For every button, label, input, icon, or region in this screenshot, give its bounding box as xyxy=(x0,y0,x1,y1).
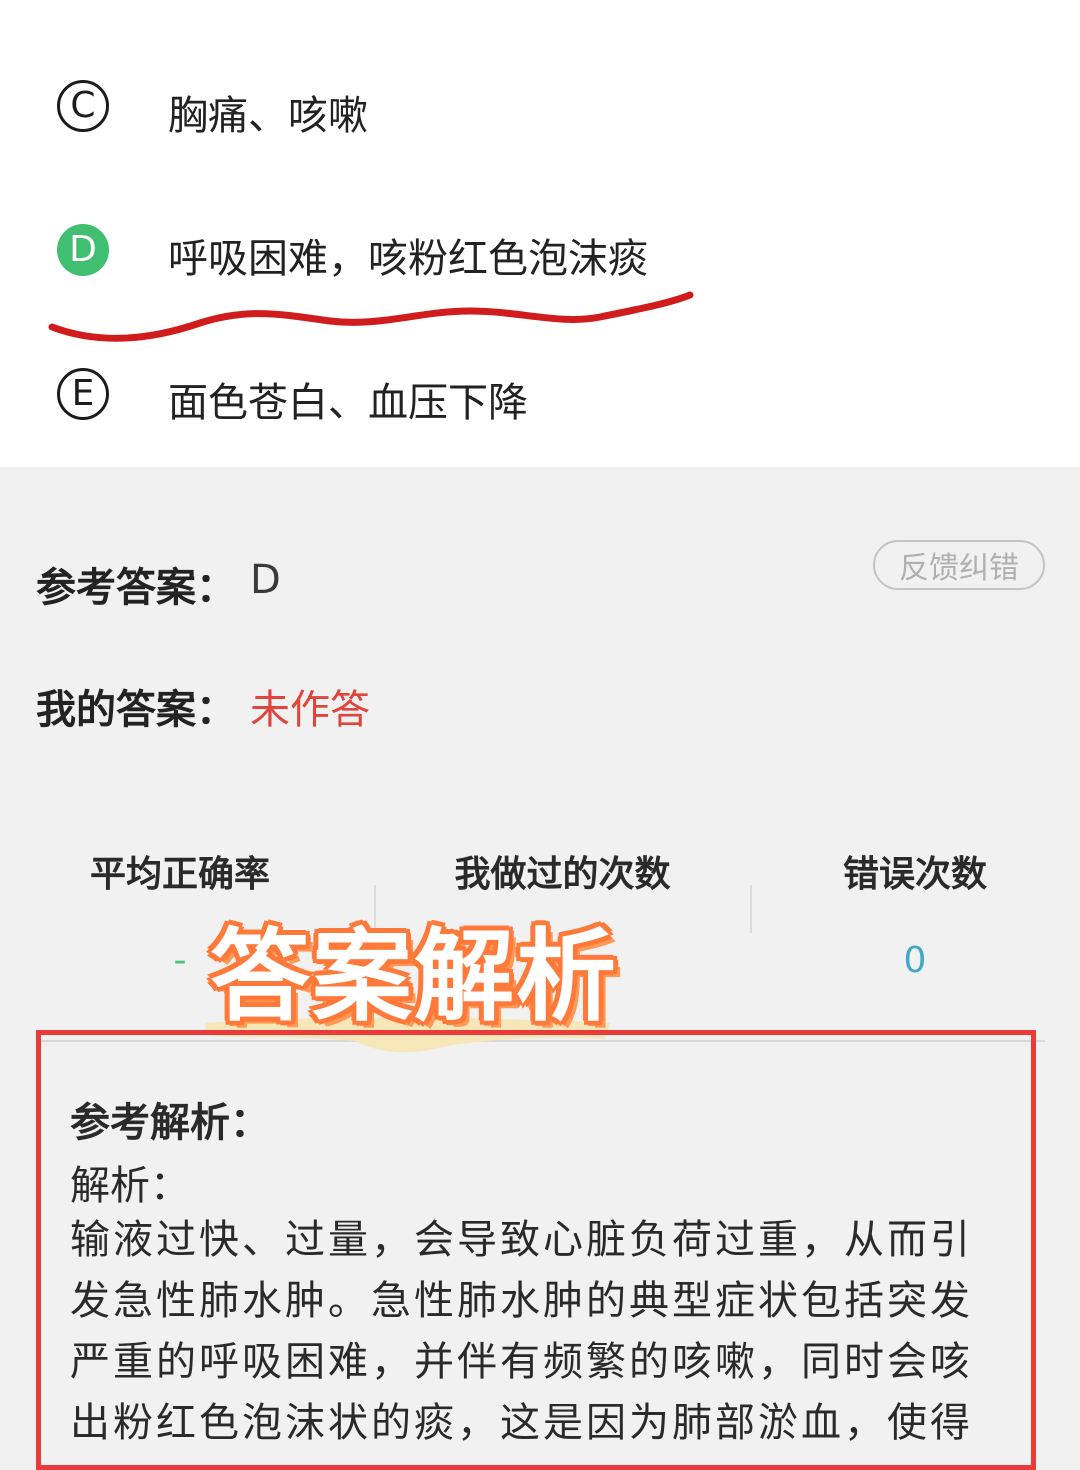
analysis-subtitle: 解析： xyxy=(70,1163,190,1209)
feedback-button[interactable]: 反馈纠错 xyxy=(873,540,1045,590)
stat-divider xyxy=(750,885,752,933)
analysis-title: 参考解析： xyxy=(70,1100,270,1146)
my-answer-value: 未作答 xyxy=(250,687,370,733)
stat-value-errors: 0 xyxy=(903,940,927,981)
stat-header-errors: 错误次数 xyxy=(842,854,987,895)
answer-analysis-overlay-title: 答案解析 xyxy=(210,918,618,1035)
stat-header-accuracy: 平均正确率 xyxy=(89,854,270,895)
option-c[interactable]: C 胸痛、咳嗽 xyxy=(0,48,1080,168)
option-d-badge: D xyxy=(57,224,109,276)
options-panel: C 胸痛、咳嗽 D 呼吸困难，咳粉红色泡沫痰 E 面色苍白、血压下降 xyxy=(0,0,1080,467)
option-d-text: 呼吸困难，咳粉红色泡沫痰 xyxy=(168,236,648,282)
option-c-text: 胸痛、咳嗽 xyxy=(168,93,368,139)
option-c-badge: C xyxy=(57,80,109,132)
stat-value-accuracy: - xyxy=(173,940,187,981)
my-answer-label: 我的答案： xyxy=(36,687,236,733)
stat-header-attempts: 我做过的次数 xyxy=(454,854,671,895)
reference-answer-value: D xyxy=(250,557,281,603)
red-wavy-underline xyxy=(48,291,694,342)
option-e-badge: E xyxy=(57,368,109,420)
reference-answer-label: 参考答案： xyxy=(36,565,236,611)
option-e-text: 面色苍白、血压下降 xyxy=(168,380,528,426)
analysis-body: 输液过快、过量，会导致心脏负荷过重，从而引发急性肺水肿。急性肺水肿的典型症状包括… xyxy=(70,1217,973,1446)
